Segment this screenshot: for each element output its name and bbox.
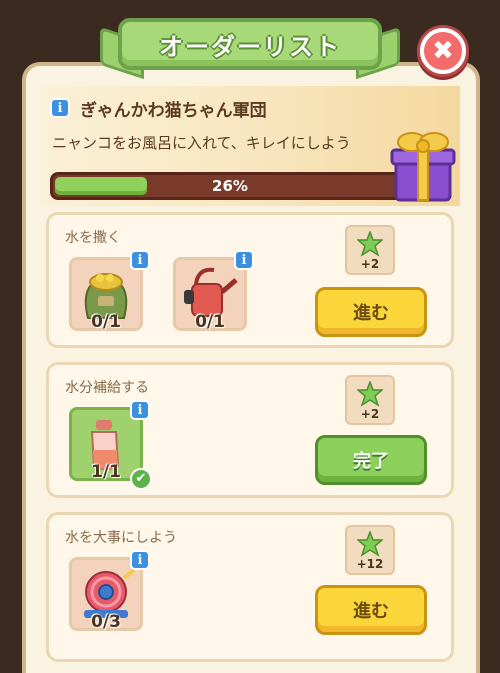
task-item[interactable]: i 1/1 ✔ bbox=[69, 400, 152, 490]
task-card: 水を撒く i 0/1 i 0/1 +2 進む bbox=[46, 212, 454, 348]
item-count: 0/1 bbox=[195, 312, 225, 332]
info-icon[interactable]: i bbox=[130, 400, 150, 420]
task-card: 水を大事にしよう i 0/3 +12 進む bbox=[46, 512, 454, 662]
page-title: オーダーリスト bbox=[159, 32, 341, 61]
item-count: 0/3 bbox=[91, 612, 121, 632]
task-item[interactable]: i 0/1 bbox=[69, 250, 150, 332]
reward-value: +2 bbox=[360, 257, 380, 271]
reward-slot: +2 bbox=[345, 375, 395, 425]
go-button[interactable]: 進む bbox=[315, 287, 427, 337]
reward-slot: +12 bbox=[345, 525, 395, 575]
go-button[interactable]: 進む bbox=[315, 585, 427, 635]
task-title: 水を大事にしよう bbox=[65, 530, 177, 546]
task-card: 水分補給する i 1/1 ✔ +2 完了 bbox=[46, 362, 454, 498]
info-icon[interactable]: i bbox=[50, 98, 70, 118]
star-icon bbox=[357, 531, 383, 557]
close-button[interactable]: ✖ bbox=[420, 28, 466, 74]
reward-value: +2 bbox=[360, 407, 380, 421]
complete-button[interactable]: 完了 bbox=[315, 435, 427, 485]
info-icon[interactable]: i bbox=[130, 550, 150, 570]
task-title: 水を撒く bbox=[65, 230, 121, 246]
title-banner: オーダーリスト bbox=[118, 18, 382, 70]
info-icon[interactable]: i bbox=[234, 250, 254, 270]
progress-text: 26% bbox=[212, 177, 248, 195]
item-count: 0/1 bbox=[91, 312, 121, 332]
close-icon: ✖ bbox=[432, 36, 454, 66]
star-icon bbox=[357, 381, 383, 407]
task-title: 水分補給する bbox=[65, 380, 149, 396]
task-item[interactable]: i 0/1 bbox=[173, 250, 254, 332]
event-description: ニャンコをお風呂に入れて、キレイにしよう bbox=[52, 134, 351, 152]
task-item[interactable]: i 0/3 bbox=[69, 550, 150, 632]
reward-slot: +2 bbox=[345, 225, 395, 275]
reward-value: +12 bbox=[356, 557, 384, 571]
info-icon[interactable]: i bbox=[130, 250, 150, 270]
event-progress-bar: 26% bbox=[50, 172, 410, 200]
star-icon bbox=[357, 231, 383, 257]
gift-box-icon[interactable] bbox=[388, 128, 458, 204]
event-title: ぎゃんかわ猫ちゃん軍団 bbox=[80, 101, 267, 121]
check-icon: ✔ bbox=[130, 468, 152, 490]
